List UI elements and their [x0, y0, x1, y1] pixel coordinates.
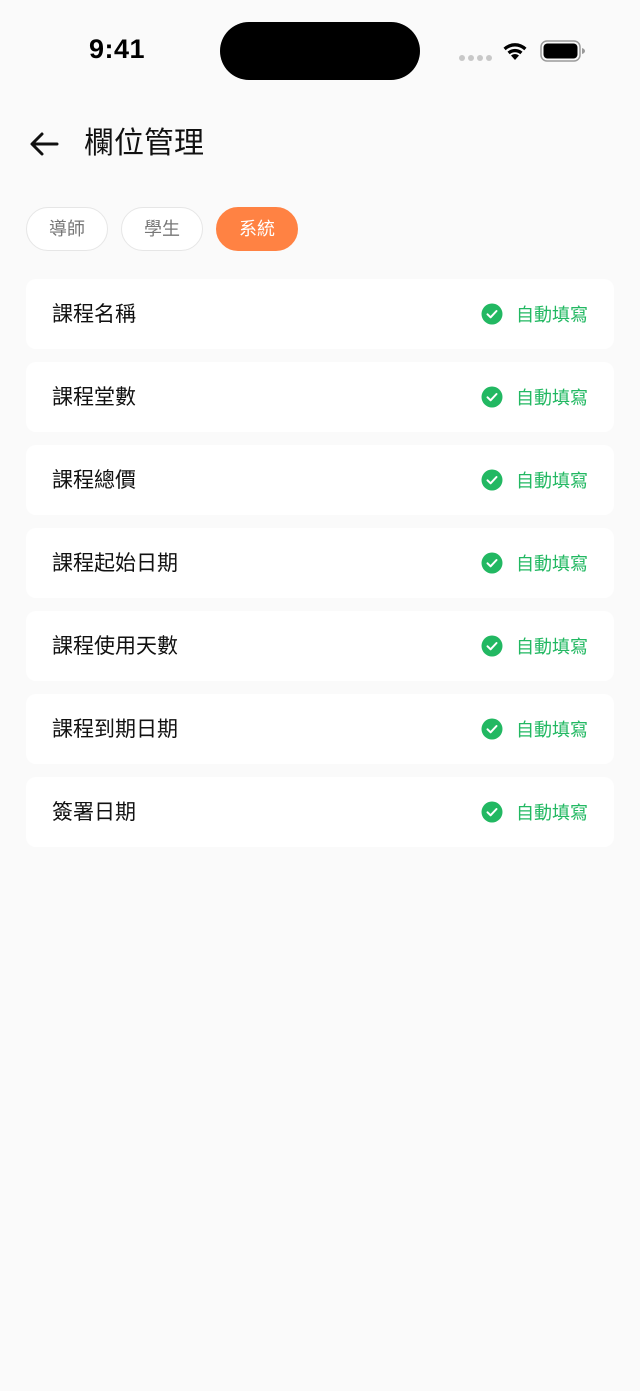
- check-circle-icon: [481, 801, 503, 823]
- auto-fill-status: 自動填寫: [481, 445, 588, 515]
- field-label: 課程起始日期: [52, 551, 178, 575]
- tab-mentor[interactable]: 導師: [26, 207, 108, 251]
- dynamic-island: [220, 22, 420, 80]
- list-item[interactable]: 課程起始日期 自動填寫: [26, 528, 614, 598]
- battery-icon: [540, 40, 585, 62]
- auto-fill-label: 自動填寫: [516, 305, 588, 326]
- arrow-left-icon: [30, 132, 59, 156]
- auto-fill-status: 自動填寫: [481, 694, 588, 764]
- check-circle-icon: [481, 386, 503, 408]
- status-time: 9:41: [89, 34, 146, 64]
- field-label: 簽署日期: [52, 800, 136, 824]
- list-item[interactable]: 課程到期日期 自動填寫: [26, 694, 614, 764]
- auto-fill-label: 自動填寫: [516, 637, 588, 658]
- auto-fill-status: 自動填寫: [481, 362, 588, 432]
- auto-fill-label: 自動填寫: [516, 554, 588, 575]
- auto-fill-status: 自動填寫: [481, 528, 588, 598]
- status-bar: 9:41: [0, 0, 640, 100]
- check-circle-icon: [481, 303, 503, 325]
- page-title: 欄位管理: [84, 126, 204, 161]
- auto-fill-label: 自動填寫: [516, 388, 588, 409]
- field-label: 課程名稱: [52, 302, 136, 326]
- list-item[interactable]: 課程總價 自動填寫: [26, 445, 614, 515]
- check-circle-icon: [481, 718, 503, 740]
- auto-fill-label: 自動填寫: [516, 720, 588, 741]
- auto-fill-label: 自動填寫: [516, 471, 588, 492]
- auto-fill-status: 自動填寫: [481, 777, 588, 847]
- field-label: 課程總價: [52, 468, 136, 492]
- list-item[interactable]: 課程堂數 自動填寫: [26, 362, 614, 432]
- field-label: 課程使用天數: [52, 634, 178, 658]
- auto-fill-status: 自動填寫: [481, 611, 588, 681]
- tab-system[interactable]: 系統: [216, 207, 298, 251]
- field-list: 課程名稱 自動填寫 課程堂數 自動填寫 課程總價 自動填寫 課程起始日期 自動填…: [26, 279, 614, 860]
- auto-fill-status: 自動填寫: [481, 279, 588, 349]
- field-label: 課程到期日期: [52, 717, 178, 741]
- check-circle-icon: [481, 635, 503, 657]
- field-label: 課程堂數: [52, 385, 136, 409]
- list-item[interactable]: 簽署日期 自動填寫: [26, 777, 614, 847]
- wifi-icon: [503, 43, 527, 60]
- signal-dots-icon: [459, 55, 492, 61]
- header: 欄位管理: [0, 110, 640, 180]
- list-item[interactable]: 課程使用天數 自動填寫: [26, 611, 614, 681]
- tab-student[interactable]: 學生: [121, 207, 203, 251]
- check-circle-icon: [481, 552, 503, 574]
- tab-bar: 導師 學生 系統: [26, 207, 298, 251]
- check-circle-icon: [481, 469, 503, 491]
- auto-fill-label: 自動填寫: [516, 803, 588, 824]
- list-item[interactable]: 課程名稱 自動填寫: [26, 279, 614, 349]
- back-button[interactable]: [22, 124, 66, 164]
